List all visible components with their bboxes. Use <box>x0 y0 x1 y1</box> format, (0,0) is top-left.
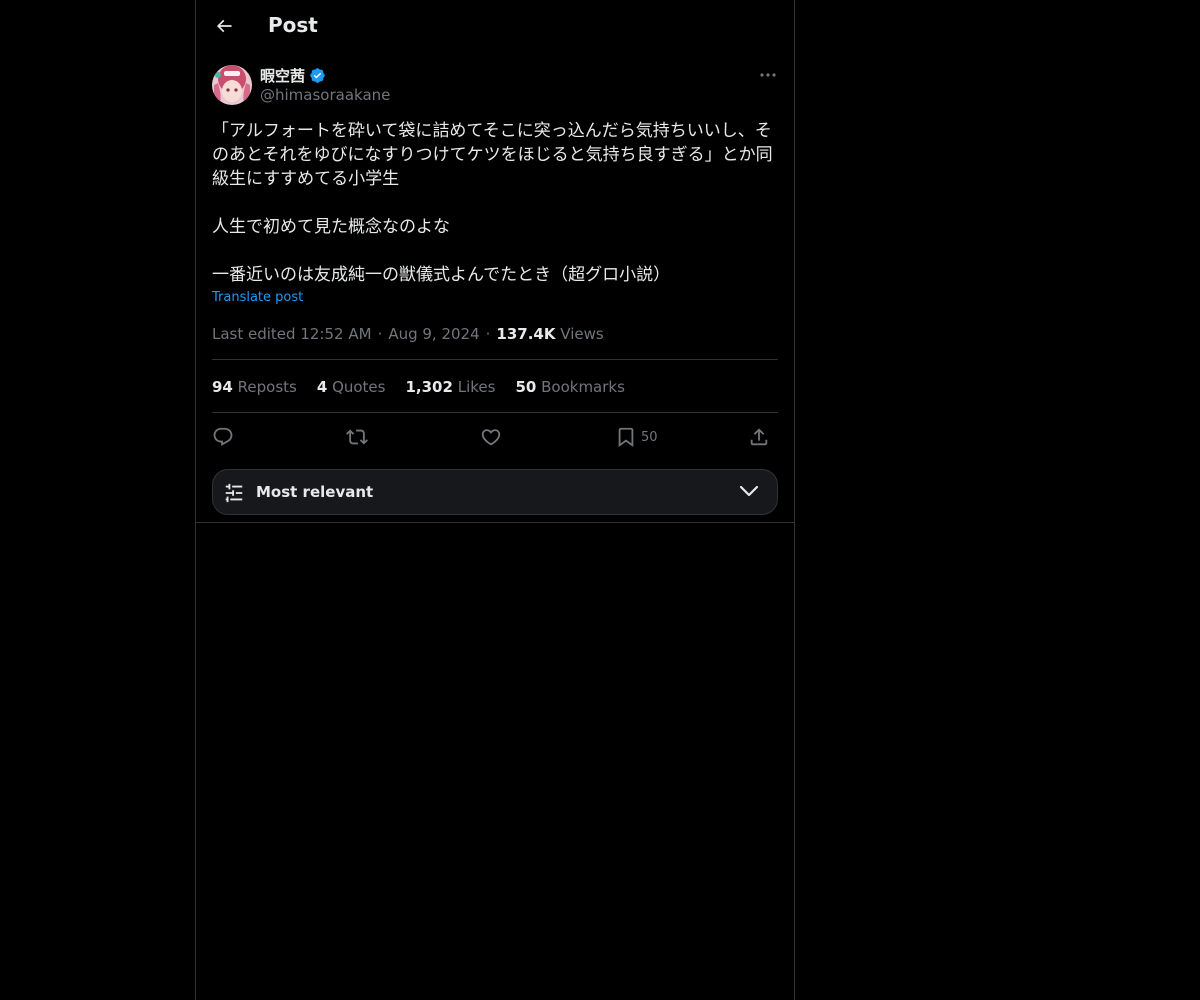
views-count: 137.4K <box>496 325 556 343</box>
verified-badge-icon <box>310 68 325 83</box>
back-button[interactable] <box>208 10 240 42</box>
bookmarks-count: 50 <box>515 378 537 396</box>
divider <box>212 359 778 360</box>
reply-icon <box>213 427 233 446</box>
chevron-down-icon <box>739 485 759 497</box>
views: 137.4K Views <box>496 325 603 343</box>
likes-stat[interactable]: 1,302 Likes <box>405 378 495 396</box>
reposts-stat[interactable]: 94 Reposts <box>212 378 297 396</box>
meta-separator: · <box>377 325 383 343</box>
bookmark-count: 50 <box>641 429 658 445</box>
more-dots-icon <box>760 73 776 77</box>
divider <box>212 412 778 413</box>
bookmark-button[interactable]: 50 <box>615 425 658 449</box>
page-title: Post <box>268 13 318 37</box>
post-paragraph: 一番近いのは友成純一の獣儀式よんでたとき（超グロ小説） <box>212 265 671 285</box>
author-handle[interactable]: @himasoraakane <box>260 86 390 104</box>
likes-label: Likes <box>457 378 496 396</box>
meta-separator: · <box>485 325 491 343</box>
share-icon <box>750 428 768 446</box>
quotes-label: Quotes <box>332 378 386 396</box>
post-text: 「アルフォートを砕いて袋に詰めてそこに突っ込んだら気持ちいいし、そのあとそれをゆ… <box>212 119 778 287</box>
translate-post-link[interactable]: Translate post <box>212 290 303 305</box>
likes-count: 1,302 <box>405 378 453 396</box>
avatar-image <box>212 65 252 105</box>
sort-label: Most relevant <box>256 483 374 501</box>
quotes-stat[interactable]: 4 Quotes <box>317 378 386 396</box>
reply-button[interactable] <box>212 425 234 449</box>
author-block: 暇空茜 @himasoraakane <box>212 65 778 107</box>
post-date[interactable]: Aug 9, 2024 <box>388 325 479 343</box>
bookmarks-label: Bookmarks <box>541 378 625 396</box>
bookmarks-stat[interactable]: 50 Bookmarks <box>515 378 624 396</box>
header: Post <box>196 0 794 53</box>
arrow-left-icon <box>216 19 232 33</box>
display-name[interactable]: 暇空茜 <box>260 65 326 86</box>
edited-label[interactable]: Last edited 12:52 AM <box>212 325 372 343</box>
action-bar: 50 <box>212 425 778 449</box>
reposts-label: Reposts <box>237 378 297 396</box>
like-button[interactable] <box>480 425 502 449</box>
repost-icon <box>346 429 368 445</box>
more-button[interactable] <box>758 65 778 85</box>
share-button[interactable] <box>748 425 770 449</box>
display-name-text: 暇空茜 <box>260 67 306 85</box>
views-label: Views <box>560 325 604 343</box>
heart-icon <box>481 429 501 446</box>
divider <box>196 522 794 523</box>
repost-button[interactable] <box>346 425 368 449</box>
post-column: Post 暇空茜 @himasoraakane 「アルフォートを砕いて袋に詰めて… <box>195 0 795 1000</box>
post-meta: Last edited 12:52 AM · Aug 9, 2024 · 137… <box>212 325 604 343</box>
sort-replies-dropdown[interactable]: Most relevant <box>212 469 778 515</box>
quotes-count: 4 <box>316 378 328 396</box>
post-stats: 94 Reposts 4 Quotes 1,302 Likes 50 Bookm… <box>212 378 625 396</box>
bookmark-icon <box>618 427 634 448</box>
reposts-count: 94 <box>212 378 233 396</box>
post-paragraph: 「アルフォートを砕いて袋に詰めてそこに突っ込んだら気持ちいいし、そのあとそれをゆ… <box>212 121 773 189</box>
avatar[interactable] <box>212 65 252 105</box>
sliders-icon <box>225 483 243 503</box>
post-paragraph: 人生で初めて見た概念なのよな <box>212 217 450 237</box>
